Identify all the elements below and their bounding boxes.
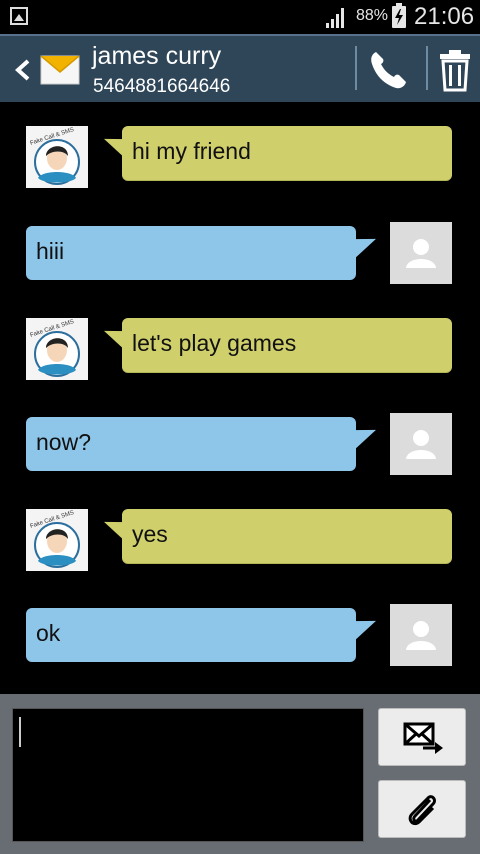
signal-icon [326,8,344,28]
contact-number: 5464881664646 [93,76,231,97]
gallery-notification-icon [10,7,28,25]
status-bar: 88% 21:06 [0,0,480,34]
person-avatar-icon: Fake Call & SMS [30,319,80,377]
message-row-incoming: Fake Call & SMS let's play games [0,318,480,382]
default-person-icon [406,239,436,268]
battery-charging-icon [392,3,406,28]
phone-call-icon[interactable] [366,48,410,92]
message-row-incoming: Fake Call & SMS yes [0,509,480,573]
message-row-outgoing: now? [0,413,480,477]
message-input[interactable] [12,708,364,842]
contact-avatar: Fake Call & SMS [26,126,88,188]
person-avatar-icon: Fake Call & SMS [30,127,80,185]
person-avatar-icon: Fake Call & SMS [30,510,80,568]
clock: 21:06 [414,3,475,30]
header-divider [426,46,428,90]
incoming-message-bubble[interactable]: let's play games [122,318,452,372]
message-text: hi my friend [132,138,251,164]
default-person-icon [406,621,436,650]
default-person-icon [406,430,436,459]
envelope-icon [40,55,80,85]
text-caret [19,717,21,747]
message-row-outgoing: ok [0,604,480,668]
message-text: yes [132,521,168,547]
attach-button[interactable] [378,780,466,838]
outgoing-message-bubble[interactable]: now? [26,417,356,471]
message-text: hiii [36,238,65,264]
message-text: now? [36,429,91,455]
message-row-incoming: Fake Call & SMS hi my friend [0,126,480,190]
conversation-header: james curry 5464881664646 [0,34,480,102]
outgoing-message-bubble[interactable]: hiii [26,226,356,280]
contact-avatar: Fake Call & SMS [26,509,88,571]
message-list[interactable]: Fake Call & SMS hi my friend hiii Fake C… [0,102,480,694]
message-text: ok [36,620,61,646]
header-divider [355,46,357,90]
message-text: let's play games [132,330,297,356]
trash-icon[interactable] [437,48,473,92]
user-avatar [390,413,452,475]
incoming-message-bubble[interactable]: hi my friend [122,126,452,180]
contact-name: james curry [92,42,222,70]
contact-avatar: Fake Call & SMS [26,318,88,380]
send-button[interactable] [378,708,466,766]
send-mail-icon [403,722,443,754]
message-composer [0,694,480,854]
paperclip-icon [408,795,436,826]
battery-percent: 88% [356,7,389,24]
back-chevron-icon[interactable] [12,58,34,82]
user-avatar [390,222,452,284]
outgoing-message-bubble[interactable]: ok [26,608,356,662]
user-avatar [390,604,452,666]
incoming-message-bubble[interactable]: yes [122,509,452,563]
message-row-outgoing: hiii [0,222,480,286]
